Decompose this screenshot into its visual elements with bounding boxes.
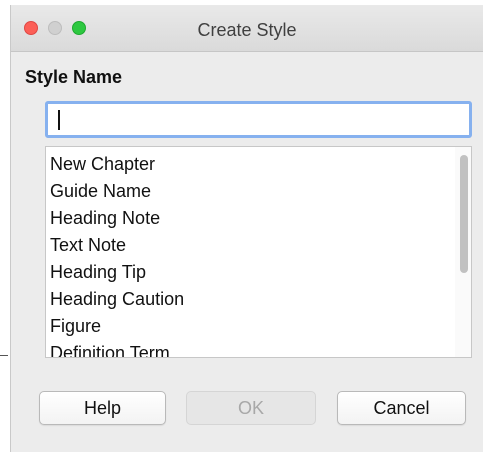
list-item[interactable]: Heading Note bbox=[50, 207, 160, 229]
list-item[interactable]: New Chapter bbox=[50, 153, 155, 175]
style-list[interactable]: New Chapter Guide Name Heading Note Text… bbox=[45, 146, 472, 358]
list-item[interactable]: Heading Caution bbox=[50, 288, 184, 310]
title-bar: Create Style bbox=[11, 5, 483, 52]
list-item[interactable]: Text Note bbox=[50, 234, 126, 256]
ok-button[interactable]: OK bbox=[186, 391, 316, 425]
list-item[interactable]: Guide Name bbox=[50, 180, 151, 202]
create-style-dialog: Create Style Style Name New Chapter Guid… bbox=[10, 5, 483, 452]
window-title: Create Style bbox=[197, 20, 297, 40]
scrollbar-thumb[interactable] bbox=[460, 155, 468, 273]
style-name-input[interactable] bbox=[45, 101, 472, 138]
text-cursor bbox=[58, 110, 60, 130]
list-item[interactable]: Definition Term bbox=[50, 342, 170, 357]
list-item[interactable]: Heading Tip bbox=[50, 261, 146, 283]
list-item[interactable]: Figure bbox=[50, 315, 101, 337]
list-scrollbar[interactable] bbox=[455, 147, 471, 357]
help-button[interactable]: Help bbox=[39, 391, 166, 425]
style-name-label: Style Name bbox=[25, 67, 123, 87]
background-edge-line bbox=[0, 355, 8, 356]
cancel-button[interactable]: Cancel bbox=[337, 391, 466, 425]
